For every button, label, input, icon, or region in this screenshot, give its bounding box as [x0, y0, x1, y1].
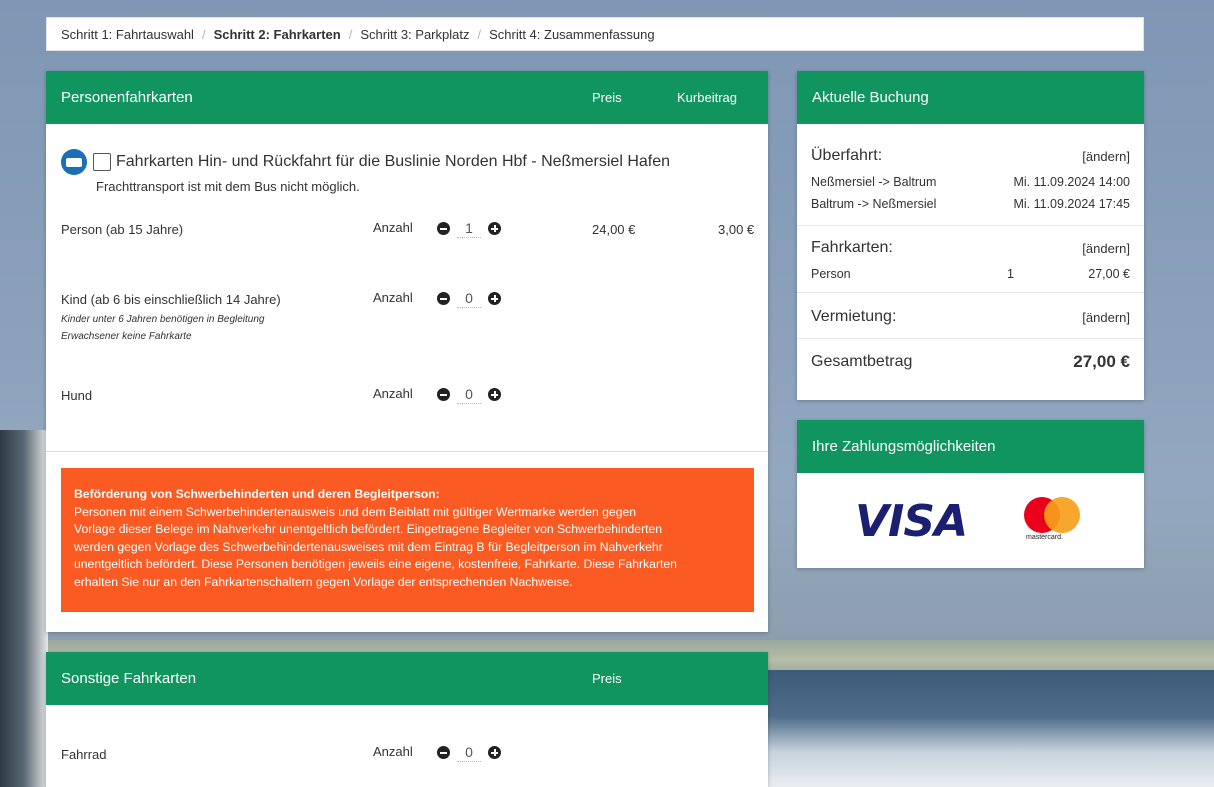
mastercard-logo: mastercard.	[1024, 497, 1084, 541]
bus-icon	[61, 149, 87, 175]
crossing-title: Überfahrt:	[811, 147, 883, 164]
ticket-label-person: Person (ab 15 Jahre)	[61, 222, 184, 237]
other-tickets-header: Sonstige Fahrkarten Preis	[46, 652, 768, 705]
kurbeitrag-column-header: Kurbeitrag	[677, 90, 737, 105]
quantity-value[interactable]: 0	[457, 289, 481, 308]
ticket-kurbeitrag: 3,00 €	[718, 222, 755, 237]
current-booking-header: Aktuelle Buchung	[797, 71, 1144, 124]
ticket-price: 24,00 €	[592, 222, 636, 237]
bus-ticket-note: Frachttransport ist mit dem Bus nicht mö…	[96, 179, 360, 194]
price-column-header: Preis	[592, 90, 622, 105]
quantity-label: Anzahl	[373, 744, 413, 759]
notice-line: Vorlage dieser Belege im Nahverkehr unen…	[74, 522, 663, 537]
bus-ticket-option: Fahrkarten Hin- und Rückfahrt für die Bu…	[61, 149, 670, 175]
passenger-tickets-panel: Personenfahrkarten Preis Kurbeitrag Fahr…	[46, 71, 768, 632]
background-ship	[0, 430, 48, 787]
ticket-label-child: Kind (ab 6 bis einschließlich 14 Jahre)	[61, 292, 281, 307]
notice-title: Beförderung von Schwerbehinderten und de…	[74, 487, 440, 501]
quantity-stepper-child: 0	[437, 289, 501, 308]
booking-rental-section: Vermietung: [ändern]	[797, 308, 1144, 326]
rental-title: Vermietung:	[811, 308, 897, 325]
decrement-button[interactable]	[437, 222, 450, 235]
panel-title: Ihre Zahlungsmöglichkeiten	[812, 438, 996, 455]
increment-button[interactable]	[488, 746, 501, 759]
section-divider	[46, 451, 768, 452]
notice-line: unentgeltlich befördert. Diese Personen …	[74, 557, 677, 572]
decrement-button[interactable]	[437, 746, 450, 759]
total-amount: 27,00 €	[1073, 352, 1130, 371]
trip-route: Neßmersiel -> Baltrum	[811, 175, 937, 189]
quantity-stepper-bike: 0	[437, 743, 501, 762]
quantity-label: Anzahl	[373, 290, 413, 305]
trip-datetime: Mi. 11.09.2024 14:00	[1013, 175, 1130, 189]
booking-tickets-section: Fahrkarten: [ändern] Person 1 27,00 €	[797, 239, 1144, 281]
price-column-header: Preis	[592, 671, 622, 686]
notice-line: erhalten Sie nur an den Fahrkartenschalt…	[74, 574, 573, 589]
visa-logo: VISA	[855, 496, 968, 547]
booking-divider	[797, 225, 1144, 226]
trip-row: Baltrum -> Neßmersiel Mi. 11.09.2024 17:…	[811, 197, 1130, 211]
quantity-value[interactable]: 0	[457, 385, 481, 404]
breadcrumb-step-4: Schritt 4: Zusammenfassung	[489, 26, 655, 42]
panel-title: Sonstige Fahrkarten	[61, 670, 197, 687]
other-tickets-panel: Sonstige Fahrkarten Preis Fahrrad Anzahl…	[46, 652, 768, 787]
booking-divider	[797, 292, 1144, 293]
current-booking-panel: Aktuelle Buchung Überfahrt: [ändern] Neß…	[797, 71, 1144, 400]
quantity-value[interactable]: 0	[457, 743, 481, 762]
quantity-value[interactable]: 1	[457, 219, 481, 238]
breadcrumb-separator: /	[348, 26, 353, 42]
breadcrumb-step-3: Schritt 3: Parkplatz	[360, 26, 470, 42]
bus-ticket-checkbox[interactable]	[93, 153, 111, 171]
increment-button[interactable]	[488, 222, 501, 235]
notice-line: werden gegen Vorlage des Schwerbehindert…	[74, 539, 663, 554]
disability-notice: Beförderung von Schwerbehinderten und de…	[61, 468, 754, 612]
breadcrumb-step-1[interactable]: Schritt 1: Fahrtauswahl	[61, 27, 194, 42]
increment-button[interactable]	[488, 388, 501, 401]
decrement-button[interactable]	[437, 388, 450, 401]
ticket-label-dog: Hund	[61, 388, 93, 403]
ticket-child-note-line-2: Erwachsener keine Fahrkarte	[61, 331, 192, 342]
notice-line: Personen mit einem Schwerbehindertenausw…	[74, 504, 637, 519]
ticket-summary-amount: 27,00 €	[1088, 267, 1130, 281]
trip-datetime: Mi. 11.09.2024 17:45	[1013, 197, 1130, 211]
ticket-label-bike: Fahrrad	[61, 747, 107, 762]
quantity-stepper-dog: 0	[437, 385, 501, 404]
payment-options-header: Ihre Zahlungsmöglichkeiten	[797, 420, 1144, 473]
ticket-summary-label: Person	[811, 267, 851, 281]
bus-ticket-title: Fahrkarten Hin- und Rückfahrt für die Bu…	[116, 153, 671, 170]
ticket-summary-qty: 1	[1007, 267, 1014, 281]
breadcrumb: Schritt 1: Fahrtauswahl / Schritt 2: Fah…	[46, 17, 1144, 51]
change-rental-link[interactable]: [ändern]	[1082, 310, 1130, 325]
booking-total-section: Gesamtbetrag 27,00 €	[797, 352, 1144, 372]
quantity-stepper-person: 1	[437, 219, 501, 238]
ticket-child-note-line-1: Kinder unter 6 Jahren benötigen in Begle…	[61, 314, 265, 325]
change-crossing-link[interactable]: [ändern]	[1082, 149, 1130, 164]
total-label: Gesamtbetrag	[811, 353, 913, 370]
trip-row: Neßmersiel -> Baltrum Mi. 11.09.2024 14:…	[811, 175, 1130, 189]
passenger-tickets-header: Personenfahrkarten Preis Kurbeitrag	[46, 71, 768, 124]
change-tickets-link[interactable]: [ändern]	[1082, 241, 1130, 256]
breadcrumb-separator: /	[201, 26, 206, 42]
decrement-button[interactable]	[437, 292, 450, 305]
payment-options-panel: Ihre Zahlungsmöglichkeiten VISA masterca…	[797, 420, 1144, 568]
increment-button[interactable]	[488, 292, 501, 305]
mastercard-wordmark: mastercard.	[1026, 534, 1063, 541]
booking-divider	[797, 338, 1144, 339]
panel-title: Personenfahrkarten	[61, 89, 193, 106]
tickets-title: Fahrkarten:	[811, 239, 893, 256]
quantity-label: Anzahl	[373, 386, 413, 401]
panel-title: Aktuelle Buchung	[812, 89, 929, 106]
breadcrumb-step-2: Schritt 2: Fahrkarten	[213, 26, 341, 42]
breadcrumb-separator: /	[477, 26, 482, 42]
booking-crossing-section: Überfahrt: [ändern] Neßmersiel -> Baltru…	[797, 147, 1144, 211]
ticket-summary-row: Person 1 27,00 €	[811, 267, 1130, 281]
trip-route: Baltrum -> Neßmersiel	[811, 197, 937, 211]
quantity-label: Anzahl	[373, 220, 413, 235]
